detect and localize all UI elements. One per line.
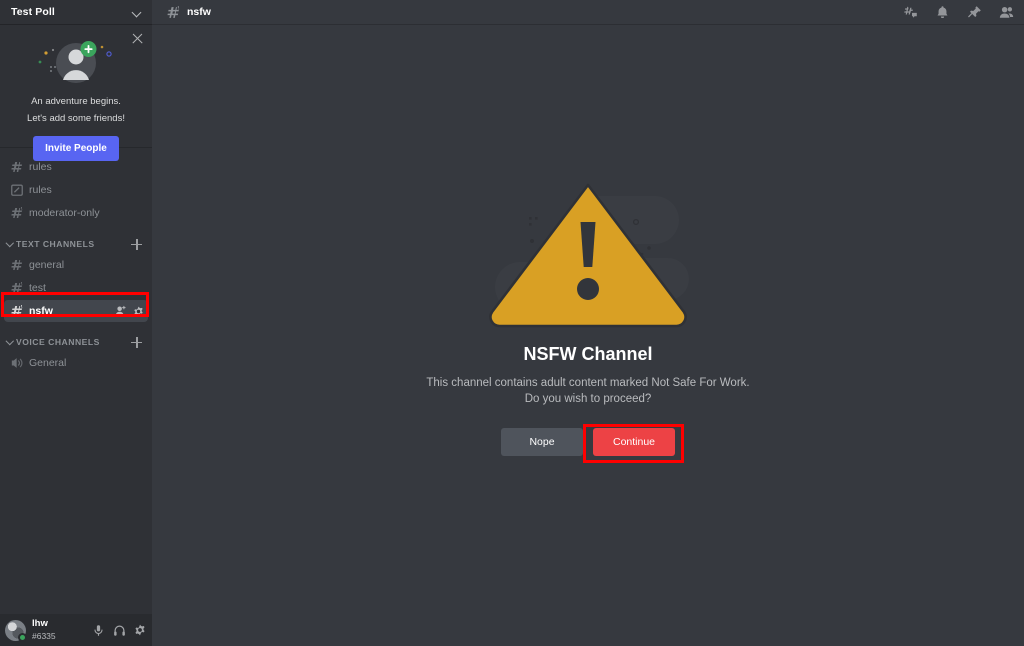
invite-promo-line2: Let's add some friends! <box>27 113 125 124</box>
channel-item-general[interactable]: general <box>4 254 148 276</box>
rules-channel-icon <box>11 184 23 196</box>
server-header[interactable]: Test Poll <box>0 0 152 25</box>
nsfw-description-line1: This channel contains adult content mark… <box>426 376 750 389</box>
channel-item-nsfw[interactable]: nsfw <box>4 300 148 322</box>
category-text-channels[interactable]: TEXT CHANNELS <box>0 234 152 254</box>
invite-promo-card: An adventure begins. Let's add some frie… <box>0 25 152 161</box>
settings-gear-icon[interactable] <box>133 306 144 317</box>
chevron-down-icon[interactable] <box>6 240 14 248</box>
channel-label: General <box>29 357 67 369</box>
chevron-down-icon[interactable] <box>6 338 14 346</box>
category-label: TEXT CHANNELS <box>16 239 95 249</box>
channel-label: moderator-only <box>29 207 100 219</box>
channel-label: rules <box>29 184 52 196</box>
category-voice-channels[interactable]: VOICE CHANNELS <box>0 332 152 352</box>
username: lhw <box>32 618 48 629</box>
channel-sidebar: Test Poll An adventure begins. Let's add… <box>0 0 152 646</box>
hash-icon <box>11 260 22 270</box>
bell-icon[interactable] <box>935 5 950 20</box>
main-content-area: nsfw NSFW Channel This channel contains … <box>152 0 1024 646</box>
server-name: Test Poll <box>11 6 55 18</box>
plus-icon[interactable] <box>131 336 142 348</box>
threads-icon[interactable] <box>903 5 918 20</box>
channel-item-test[interactable]: test <box>4 277 148 299</box>
channel-item-rules-announcement[interactable]: rules <box>4 179 148 201</box>
discord-app-window: Test Poll An adventure begins. Let's add… <box>0 0 1024 646</box>
category-label: VOICE CHANNELS <box>16 337 100 347</box>
nsfw-title: NSFW Channel <box>523 343 653 364</box>
channel-list: rules rules moderator-only TEXT CHANNELS… <box>0 148 152 614</box>
user-discriminator: #6335 <box>32 631 56 641</box>
hash-nsfw-icon <box>11 282 23 293</box>
hash-nsfw-icon <box>11 305 23 316</box>
chevron-down-icon[interactable] <box>133 8 142 17</box>
pin-icon[interactable] <box>967 5 982 20</box>
status-badge <box>18 632 27 642</box>
invite-user-icon[interactable] <box>115 305 127 317</box>
channel-label: nsfw <box>29 305 53 317</box>
headphones-icon[interactable] <box>113 624 126 637</box>
hash-nsfw-icon <box>11 207 23 218</box>
channel-item-moderator-only[interactable]: moderator-only <box>4 202 148 224</box>
page-title: nsfw <box>187 6 211 18</box>
channel-item-rules[interactable]: rules <box>4 156 148 178</box>
nsfw-gate: NSFW Channel This channel contains adult… <box>378 176 798 456</box>
microphone-icon[interactable] <box>92 624 105 637</box>
warning-triangle-icon <box>378 176 798 336</box>
plus-icon[interactable] <box>131 238 142 250</box>
invite-promo-line1: An adventure begins. <box>31 96 121 107</box>
nsfw-description-line2: Do you wish to proceed? <box>524 392 652 405</box>
settings-gear-icon[interactable] <box>134 624 146 636</box>
avatar[interactable] <box>5 619 27 642</box>
speaker-icon <box>11 358 23 368</box>
channel-item-general-voice[interactable]: General <box>4 352 148 374</box>
continue-button[interactable]: Continue <box>593 427 675 456</box>
channel-label: rules <box>29 161 52 173</box>
add-friend-avatar-illustration <box>8 37 144 91</box>
channel-label: test <box>29 282 46 294</box>
nope-button[interactable]: Nope <box>501 427 583 456</box>
hash-icon <box>11 162 22 172</box>
members-icon[interactable] <box>999 5 1014 20</box>
channel-label: general <box>29 259 65 271</box>
user-panel: lhw #6335 <box>0 614 152 646</box>
hash-nsfw-icon <box>167 5 180 18</box>
channel-content: NSFW Channel This channel contains adult… <box>152 25 1024 646</box>
channel-top-bar: nsfw <box>152 0 1024 25</box>
